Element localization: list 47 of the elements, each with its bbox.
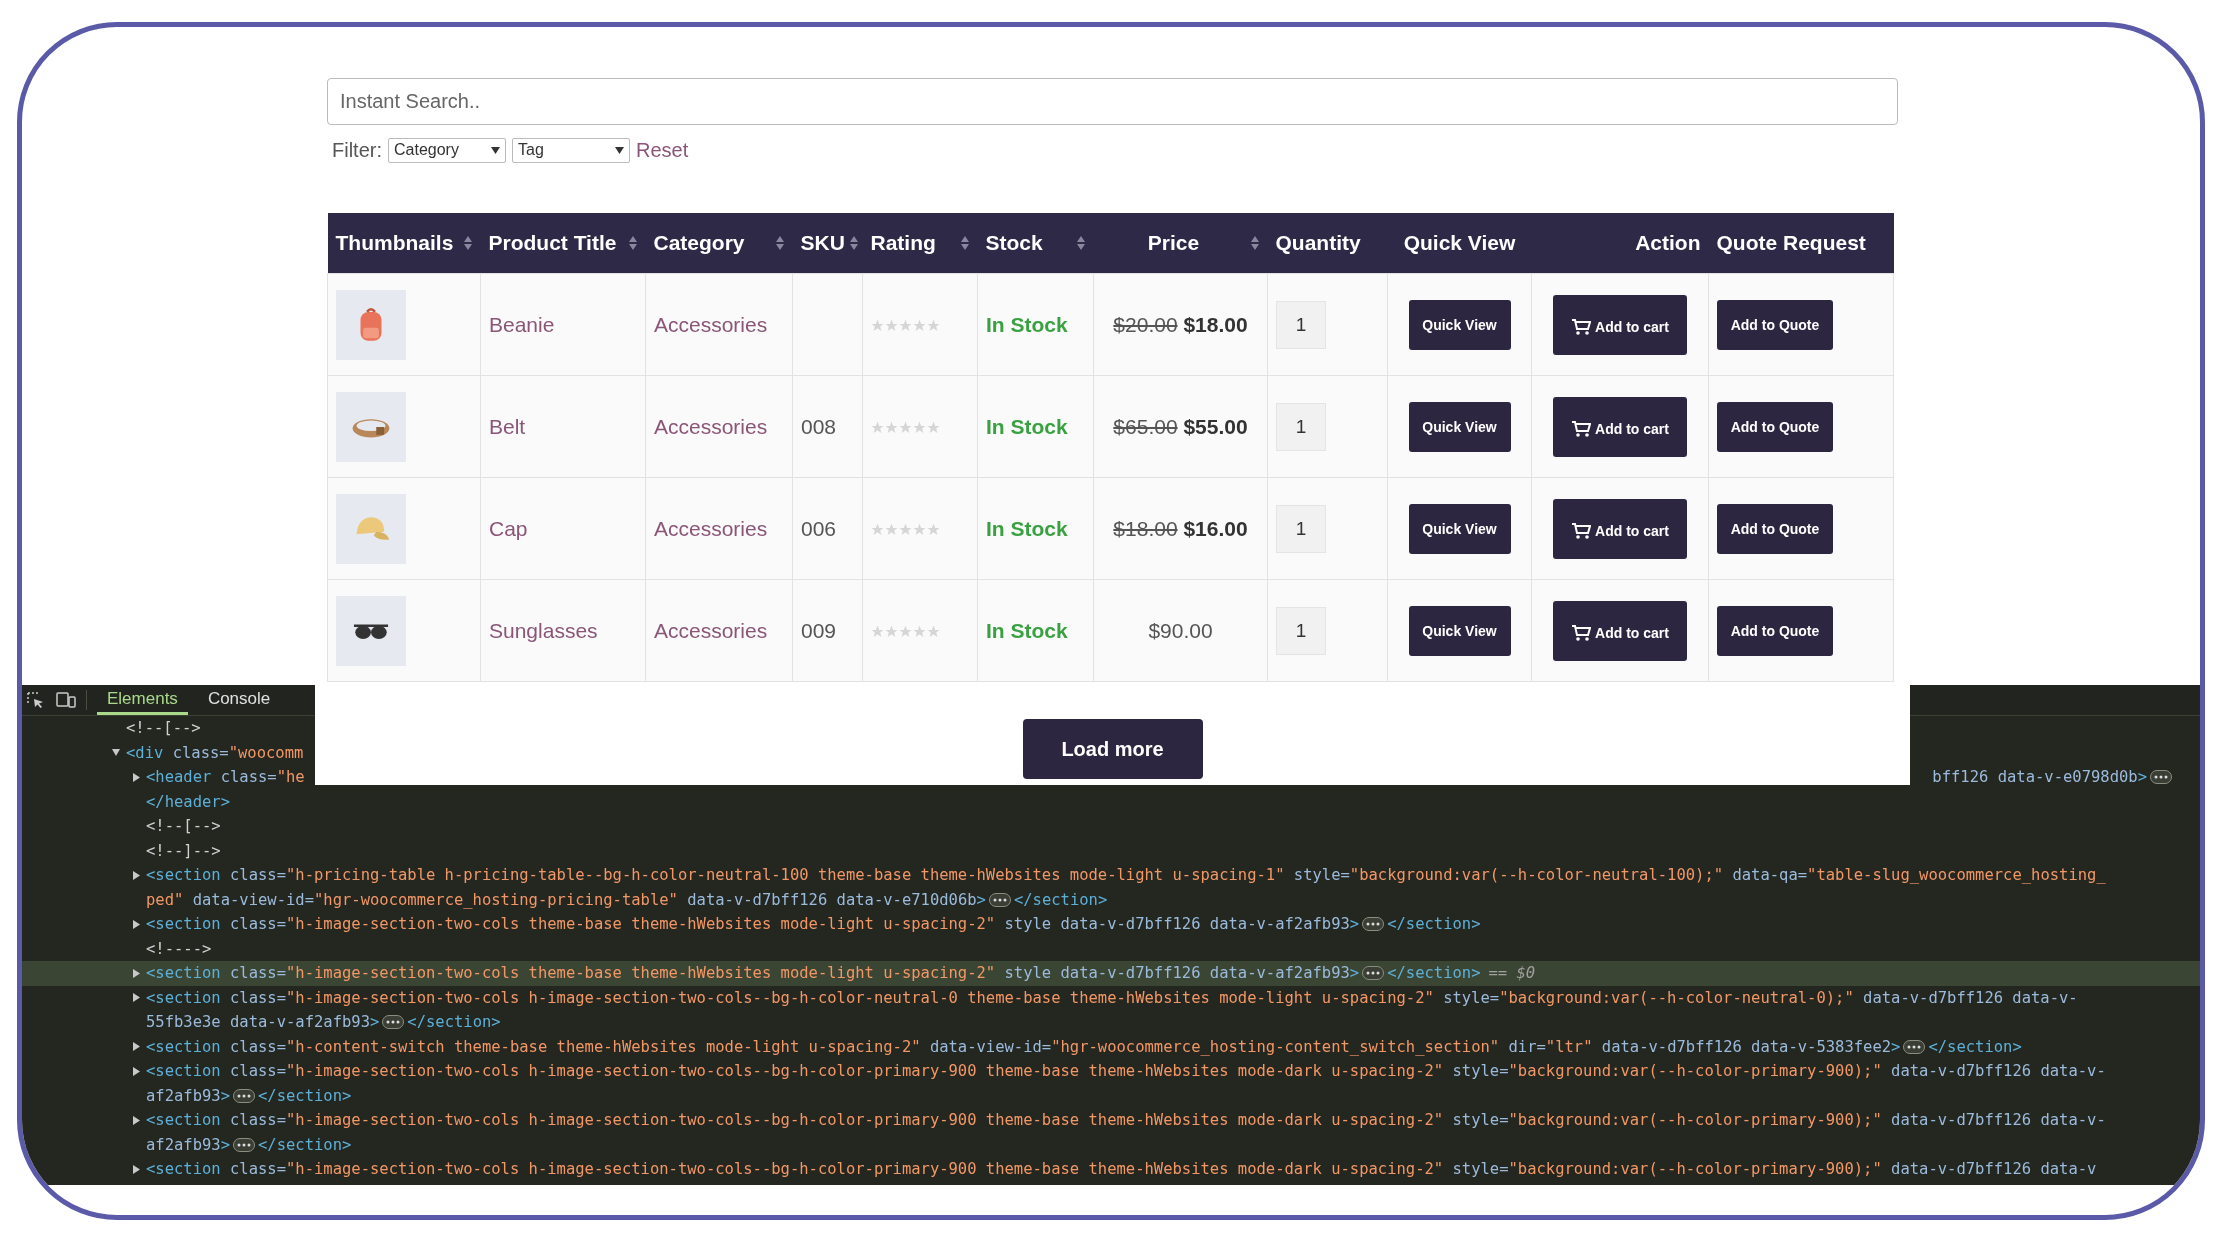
code-text: <section class="h-image-section-two-cols h-image-section-two-cols--bg-h-color-primary-900 theme-base theme-hWebsites mode-dark u-spacing-2" style="background:var(--h-color-primary-900);" data-v-d7bff126 data-v — [146, 1160, 2097, 1179]
code-text: <section class="h-image-section-two-cols h-image-section-two-cols--bg-h-color-primary-900 theme-base theme-hWebsites mode-dark u-spacing-2" style="background:var(--h-color-primary-900);" data-v-d7bff126 data-v- — [146, 1111, 2106, 1130]
stock-status: In Stock — [986, 312, 1068, 336]
filter-label: Filter: — [332, 138, 382, 162]
code-text: <!--[--> — [126, 719, 201, 738]
stock-status: In Stock — [986, 516, 1068, 540]
code-text: <!----> — [146, 939, 212, 958]
sku-text: 008 — [801, 414, 837, 438]
code-text: bff126 data-v-e0798d0b> — [1932, 768, 2147, 787]
code-text: </section> — [1387, 964, 1481, 983]
price: $90.00 — [1148, 618, 1213, 642]
old-price: $20.00 — [1113, 312, 1178, 336]
column-header: Action — [1531, 213, 1709, 274]
code-text: af2afb93> — [146, 1135, 230, 1154]
sale-price: $55.00 — [1183, 414, 1248, 438]
code-text: <section class="h-image-section-two-cols h-image-section-two-cols--bg-h-color-neutral-0 theme-base theme-hWebsites mode-light u-spacing-2" style="background:var(--h-color-neutral-0);" data-v-d7bff126 data-v- — [146, 988, 2078, 1007]
sale-price: $18.00 — [1183, 312, 1248, 336]
code-text: <section class="h-image-section-two-cols h-image-section-two-cols--bg-h-color-primary-900 theme-base theme-hWebsites mode-dark u-spacing-2" style="background:var(--h-color-primary-900);" data-v-d7bff126 data-v- — [146, 1062, 2106, 1081]
code-text: <section class="h-pricing-table h-pricing-table--bg-h-color-neutral-100 theme-base theme-hWebsites mode-light u-spacing-1" style="background:var(--h-color-neutral-100);" data-qa="table-slug_woocommerce_hosting_ — [146, 866, 2106, 885]
code-text: == $0 — [1488, 964, 1536, 983]
column-header: Quick View — [1387, 213, 1532, 274]
code-text: </section> — [1928, 1037, 2022, 1056]
sale-price: $16.00 — [1183, 516, 1248, 540]
code-text: </section> — [258, 1086, 352, 1105]
stock-status: In Stock — [986, 414, 1068, 438]
code-text: </section> — [1387, 915, 1481, 934]
code-text: <header class="he — [146, 768, 305, 787]
code-text: </section> — [258, 1135, 352, 1154]
stock-status: In Stock — [986, 618, 1068, 642]
column-header: Quantity — [1267, 213, 1388, 274]
code-text: af2afb93> — [146, 1086, 230, 1105]
old-price: $65.00 — [1113, 414, 1178, 438]
code-text: </section> — [1013, 890, 1108, 909]
code-text: <div class="woocomm — [126, 743, 304, 762]
code-text: </section> — [407, 1013, 501, 1032]
sku-text: 009 — [801, 618, 837, 642]
code-text: <!--]--> — [146, 841, 221, 860]
code-text: <section class="h-content-switch theme-base theme-hWebsites mode-light u-spacing-2" data-view-id="hgr-woocommerce_hosting-content_switch_section" dir="ltr" data-v-d7bff126 data-v-5383fee2> — [146, 1037, 1901, 1056]
old-price: $18.00 — [1113, 516, 1178, 540]
code-text: ped" data-view-id="hgr-woocommerce_hosting-pricing-table" data-v-d7bff126 data-v-e710d06b> — [146, 890, 986, 909]
sku-text: 006 — [801, 516, 837, 540]
code-text: <!--[--> — [146, 817, 221, 836]
column-header: Quote Request — [1708, 213, 1894, 274]
code-text: <section class="h-image-section-two-cols theme-base theme-hWebsites mode-light u-spacing-2" style data-v-d7bff126 data-v-af2afb93> — [146, 915, 1360, 934]
code-text: 55fb3e3e data-v-af2afb93> — [146, 1013, 380, 1032]
code-text: </header> — [146, 792, 230, 811]
code-text: <section class="h-image-section-two-cols theme-base theme-hWebsites mode-light u-spacing-2" style data-v-d7bff126 data-v-af2afb93> — [146, 964, 1360, 983]
